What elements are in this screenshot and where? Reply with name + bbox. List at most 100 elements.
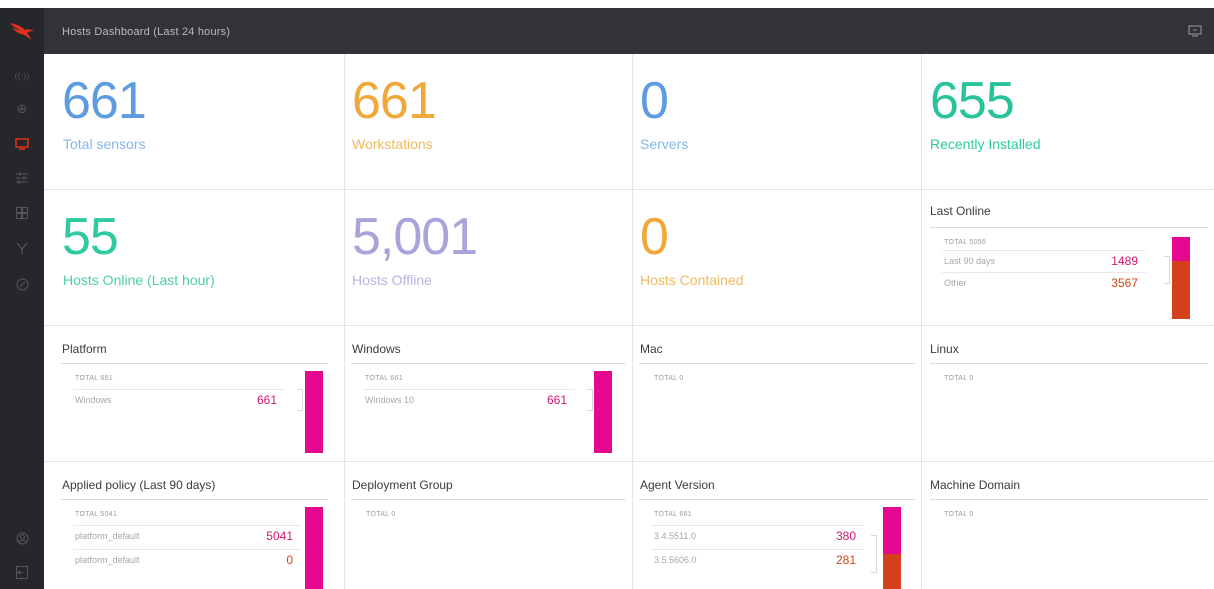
bar-segment-windows[interactable] [305, 371, 323, 453]
top-strip [0, 0, 1214, 8]
page-title: Hosts Dashboard (Last 24 hours) [62, 26, 231, 38]
falcon-logo-icon[interactable] [0, 8, 44, 54]
tile-machine-domain[interactable]: Machine Domain TOTAL 0 [922, 462, 1214, 589]
windows-total: TOTAL 661 [365, 375, 403, 382]
tile-last-online[interactable]: Last Online TOTAL 5056 Last 90 days 1489… [922, 190, 1214, 326]
agent-version-stacked-bar[interactable] [883, 507, 901, 589]
agent-version-row-1[interactable]: 3.4.5511.0 380 [652, 525, 864, 545]
user-icon[interactable] [12, 528, 32, 548]
platform-row-1[interactable]: Windows 661 [73, 389, 285, 409]
tile-recently-installed[interactable]: 655 Recently Installed [922, 54, 1214, 190]
deployment-group-total: TOTAL 0 [366, 511, 396, 518]
tile-linux[interactable]: Linux TOTAL 0 [922, 326, 1214, 462]
display-mode-icon[interactable] [1188, 24, 1202, 37]
last-online-row-1[interactable]: Last 90 days 1489 [942, 250, 1146, 270]
tile-applied-policy[interactable]: Applied policy (Last 90 days) TOTAL 5041… [44, 462, 345, 589]
search-icon[interactable]: ⊕ [12, 99, 32, 119]
investigate-icon[interactable] [12, 238, 32, 258]
mac-divider [639, 363, 915, 364]
row-value: 1489 [1111, 254, 1138, 268]
tile-windows[interactable]: Windows TOTAL 661 Windows 10 661 [345, 326, 633, 462]
tile-hosts-contained[interactable]: 0 Hosts Contained [633, 190, 922, 326]
bar-bracket [1164, 256, 1170, 284]
row-value: 0 [286, 553, 293, 567]
row-label: Windows [75, 395, 112, 405]
tile-hosts-offline[interactable]: 5,001 Hosts Offline [345, 190, 633, 326]
bar-bracket [297, 389, 303, 411]
sidebar: ((·)) ⊕ [0, 8, 44, 589]
row-label: Windows 10 [365, 395, 415, 405]
tile-agent-version[interactable]: Agent Version TOTAL 661 3.4.5511.0 380 3… [633, 462, 922, 589]
applied-policy-stacked-bar[interactable] [305, 507, 323, 589]
dashboard-header: Hosts Dashboard (Last 24 hours) [44, 8, 1214, 54]
machine-domain-divider [930, 499, 1208, 500]
agent-version-title: Agent Version [640, 478, 715, 492]
bar-segment-other[interactable] [1172, 261, 1190, 319]
row-value: 281 [835, 553, 856, 567]
tile-platform[interactable]: Platform TOTAL 661 Windows 661 [44, 326, 345, 462]
hosts-contained-value: 0 [640, 208, 669, 266]
platform-total: TOTAL 661 [75, 375, 113, 382]
app-window: ((·)) ⊕ Hosts Dashboard (Last 24 hours) [0, 0, 1214, 589]
windows-stacked-bar[interactable] [594, 371, 612, 453]
total-sensors-label: Total sensors [63, 136, 146, 152]
tile-mac[interactable]: Mac TOTAL 0 [633, 326, 922, 462]
hosts-icon[interactable] [12, 134, 32, 154]
recently-installed-label: Recently Installed [930, 136, 1041, 152]
row-label: platform_default [75, 531, 140, 541]
agent-version-row-2[interactable]: 3.5.5606.0 281 [652, 549, 864, 569]
configuration-icon[interactable] [12, 168, 32, 188]
tile-workstations[interactable]: 661 Workstations [345, 54, 633, 190]
linux-title: Linux [930, 342, 959, 356]
activity-icon[interactable]: ((·)) [12, 66, 32, 86]
last-online-divider [930, 227, 1208, 228]
hosts-contained-label: Hosts Contained [640, 272, 744, 288]
row-value: 5041 [266, 529, 293, 543]
row-label: Last 90 days [944, 256, 996, 266]
row-value: 3567 [1111, 276, 1138, 290]
tile-total-sensors[interactable]: 661 Total sensors [44, 54, 345, 190]
mac-title: Mac [640, 342, 663, 356]
dashboard-grid: 661 Total sensors 661 Workstations 0 Ser… [44, 54, 1214, 589]
applied-policy-row-2[interactable]: platform_default 0 [73, 549, 301, 569]
last-online-title: Last Online [930, 204, 991, 218]
hosts-offline-label: Hosts Offline [352, 272, 432, 288]
workstations-label: Workstations [352, 136, 433, 152]
windows-row-1[interactable]: Windows 10 661 [363, 389, 575, 409]
applied-policy-divider [61, 499, 328, 500]
tile-deployment-group[interactable]: Deployment Group TOTAL 0 [345, 462, 633, 589]
intelligence-icon[interactable] [12, 274, 32, 294]
platform-divider [61, 363, 328, 364]
deployment-group-divider [351, 499, 625, 500]
bar-segment-platform-default[interactable] [305, 507, 323, 589]
logout-icon[interactable] [12, 562, 32, 582]
hosts-online-value: 55 [62, 208, 119, 266]
hosts-online-label: Hosts Online (Last hour) [63, 272, 215, 288]
row-label: Other [944, 278, 967, 288]
bar-segment-windows-10[interactable] [594, 371, 612, 453]
last-online-stacked-bar[interactable] [1172, 237, 1190, 319]
servers-value: 0 [640, 72, 669, 130]
windows-title: Windows [352, 342, 401, 356]
row-value: 661 [546, 393, 567, 407]
bar-segment-3-4-5511-0[interactable] [883, 507, 901, 554]
bar-bracket [587, 389, 593, 411]
tile-hosts-online[interactable]: 55 Hosts Online (Last hour) [44, 190, 345, 326]
applied-policy-title: Applied policy (Last 90 days) [62, 478, 216, 492]
platform-stacked-bar[interactable] [305, 371, 323, 453]
applied-policy-row-1[interactable]: platform_default 5041 [73, 525, 301, 545]
last-online-row-2[interactable]: Other 3567 [942, 272, 1146, 292]
row-value: 661 [256, 393, 277, 407]
linux-divider [930, 363, 1208, 364]
mac-total: TOTAL 0 [654, 375, 684, 382]
agent-version-divider [639, 499, 915, 500]
tile-servers[interactable]: 0 Servers [633, 54, 922, 190]
bar-segment-3-5-5606-0[interactable] [883, 554, 901, 589]
agent-version-total: TOTAL 661 [654, 511, 692, 518]
windows-divider [351, 363, 625, 364]
dashboards-icon[interactable] [12, 203, 32, 223]
row-value: 380 [835, 529, 856, 543]
row-label: platform_default [75, 555, 140, 565]
bar-segment-last-90-days[interactable] [1172, 237, 1190, 261]
bar-bracket [871, 535, 877, 573]
